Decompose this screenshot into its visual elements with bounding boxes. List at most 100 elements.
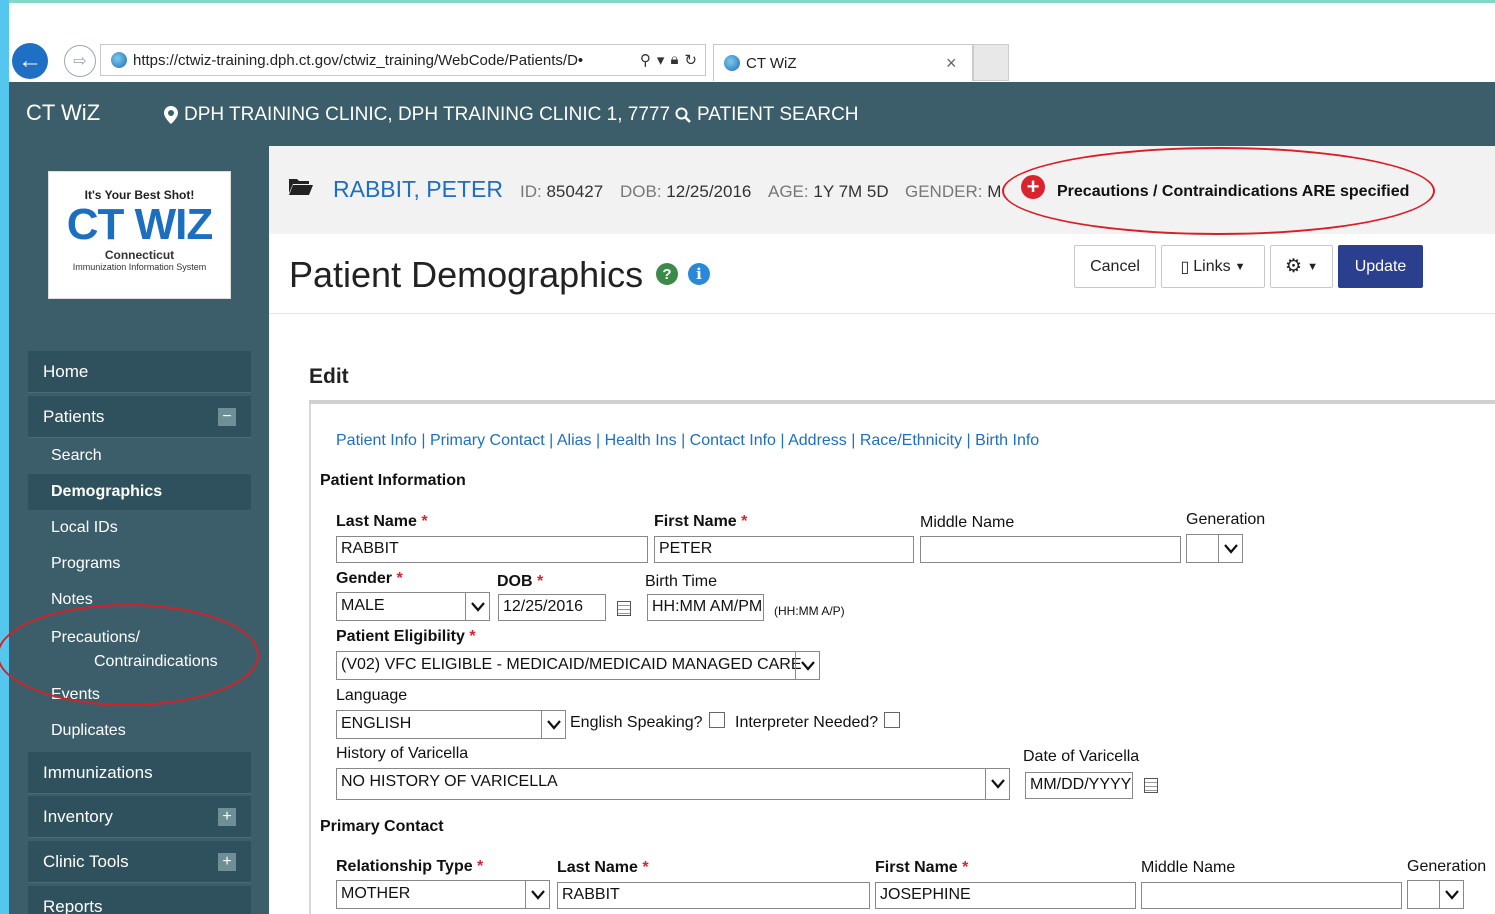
ctwiz-logo[interactable]: It's Your Best Shot! CT WIZ Connecticut … xyxy=(48,171,231,299)
language-label: Language xyxy=(336,687,408,704)
sidebar-item-demographics[interactable]: Demographics xyxy=(28,474,251,510)
eligibility-select[interactable]: (V02) VFC ELIGIBLE - MEDICAID/MEDICAID M… xyxy=(336,651,820,680)
last-name-label: Last Name xyxy=(336,513,428,531)
app-header: CT WiZ DPH TRAINING CLINIC, DPH TRAINING… xyxy=(9,82,1495,146)
gender-select[interactable]: MALE xyxy=(336,592,490,621)
expand-icon[interactable]: + xyxy=(218,853,236,871)
patient-age: AGE: 1Y 7M 5D xyxy=(768,182,889,201)
chevron-down-icon xyxy=(1218,535,1242,562)
sidebar-item-home[interactable]: Home xyxy=(28,351,251,393)
patient-search-label: PATIENT SEARCH xyxy=(697,104,859,125)
edit-heading: Edit xyxy=(309,365,349,388)
patient-search-link[interactable]: PATIENT SEARCH xyxy=(675,104,859,126)
tab-title: CT WiZ xyxy=(746,54,797,72)
site-favicon-icon xyxy=(111,52,127,68)
language-select[interactable]: ENGLISH xyxy=(336,710,566,739)
calendar-icon[interactable] xyxy=(1144,778,1158,793)
contact-middle-name-label: Middle Name xyxy=(1141,859,1236,876)
browser-tab[interactable]: CT WiZ × xyxy=(713,44,973,81)
dob-input[interactable]: 12/25/2016 xyxy=(498,594,606,621)
logo-system: Immunization Information System xyxy=(72,262,207,272)
contact-first-name-label: First Name xyxy=(875,859,968,877)
left-accent-strip xyxy=(0,0,9,914)
contact-last-name-input[interactable]: RABBIT xyxy=(557,882,870,909)
sidebar-item-clinic-tools[interactable]: Clinic Tools + xyxy=(28,841,251,883)
lock-icon: 🔒︎ xyxy=(670,51,679,68)
forward-arrow-icon[interactable]: ⇨ xyxy=(64,45,96,77)
sidebar-item-search[interactable]: Search xyxy=(28,438,251,474)
sidebar-item-immunizations[interactable]: Immunizations xyxy=(28,752,251,794)
chevron-down-icon xyxy=(795,652,819,679)
primary-contact-header: Primary Contact xyxy=(320,818,444,835)
sidebar-item-patients[interactable]: Patients − xyxy=(28,396,251,438)
last-name-input[interactable]: RABBIT xyxy=(336,536,648,563)
interpreter-needed-label: Interpreter Needed? xyxy=(735,714,879,731)
chevron-down-icon xyxy=(525,881,549,908)
info-icon[interactable]: i xyxy=(688,263,710,285)
logo-state: Connecticut xyxy=(104,248,175,262)
birth-time-hint: (HH:MM A/P) xyxy=(774,604,845,618)
document-icon: ▯ xyxy=(1180,258,1190,276)
middle-name-label: Middle Name xyxy=(920,514,1015,531)
map-pin-icon xyxy=(164,106,178,124)
calendar-icon[interactable] xyxy=(617,601,631,616)
collapse-icon[interactable]: − xyxy=(218,408,236,426)
address-url[interactable]: https://ctwiz-training.dph.ct.gov/ctwiz_… xyxy=(133,52,640,69)
english-speaking-checkbox[interactable] xyxy=(709,712,725,728)
sidebar-item-inventory[interactable]: Inventory + xyxy=(28,796,251,838)
contact-generation-label: Generation xyxy=(1407,858,1487,875)
address-bar[interactable]: https://ctwiz-training.dph.ct.gov/ctwiz_… xyxy=(100,44,706,76)
first-name-label: First Name xyxy=(654,513,747,531)
patient-gender: GENDER: M xyxy=(905,182,1002,201)
dropdown-icon[interactable]: ▾ xyxy=(657,51,665,69)
contact-generation-select[interactable] xyxy=(1407,880,1464,909)
folder-open-icon xyxy=(289,179,313,195)
contact-middle-name-input[interactable] xyxy=(1141,882,1402,909)
sidebar-item-local-ids[interactable]: Local IDs xyxy=(28,510,251,546)
birth-time-label: Birth Time xyxy=(645,573,718,590)
varicella-history-select[interactable]: NO HISTORY OF VARICELLA xyxy=(336,768,1010,800)
eligibility-label: Patient Eligibility xyxy=(336,628,476,646)
expand-icon[interactable]: + xyxy=(218,808,236,826)
sidebar-item-reports[interactable]: Reports xyxy=(28,886,251,914)
help-icon[interactable]: ? xyxy=(656,263,678,285)
sidebar-item-programs[interactable]: Programs xyxy=(28,546,251,582)
patient-information-header: Patient Information xyxy=(320,472,466,489)
birth-time-input[interactable]: HH:MM AM/PM xyxy=(647,594,764,621)
chevron-down-icon xyxy=(465,593,489,620)
patient-dob: DOB: 12/25/2016 xyxy=(620,182,752,201)
gender-label: Gender xyxy=(336,570,403,588)
sidebar-item-duplicates[interactable]: Duplicates xyxy=(28,713,251,749)
new-tab-button[interactable] xyxy=(973,44,1009,81)
search-icon[interactable]: ⚲ xyxy=(640,51,651,69)
chevron-down-icon xyxy=(985,769,1009,799)
first-name-input[interactable]: PETER xyxy=(654,536,914,563)
section-links[interactable]: Patient Info | Primary Contact | Alias |… xyxy=(336,432,1039,450)
contact-first-name-input[interactable]: JOSEPHINE xyxy=(875,882,1136,909)
links-dropdown-button[interactable]: ▯ Links ▼ xyxy=(1161,245,1265,288)
varicella-date-input[interactable]: MM/DD/YYYY xyxy=(1025,772,1133,799)
generation-select[interactable] xyxy=(1186,534,1243,563)
caret-down-icon: ▼ xyxy=(1234,260,1246,273)
gear-icon: ⚙︎ xyxy=(1285,256,1303,277)
relationship-type-label: Relationship Type xyxy=(336,858,483,876)
cancel-button[interactable]: Cancel xyxy=(1074,245,1156,288)
update-button[interactable]: Update xyxy=(1338,245,1423,288)
dob-label: DOB xyxy=(497,573,543,591)
patient-id: ID: 850427 xyxy=(520,182,604,201)
back-arrow-icon[interactable]: ← xyxy=(12,43,48,79)
close-icon[interactable]: × xyxy=(946,53,972,74)
logo-name: CT WIZ xyxy=(66,200,214,249)
clinic-selector[interactable]: DPH TRAINING CLINIC, DPH TRAINING CLINIC… xyxy=(164,104,670,126)
chevron-down-icon xyxy=(1439,881,1463,908)
app-title[interactable]: CT WiZ xyxy=(26,100,100,126)
page-title: Patient Demographics xyxy=(289,254,644,295)
relationship-type-select[interactable]: MOTHER xyxy=(336,880,550,909)
refresh-icon[interactable]: ↻ xyxy=(684,51,697,69)
settings-dropdown-button[interactable]: ⚙︎ ▼ xyxy=(1270,245,1333,288)
generation-label: Generation xyxy=(1186,511,1266,528)
highlight-ellipse-precautions-alert xyxy=(1002,147,1435,235)
middle-name-input[interactable] xyxy=(920,536,1181,563)
patient-name[interactable]: RABBIT, PETER xyxy=(333,176,503,203)
interpreter-needed-checkbox[interactable] xyxy=(884,712,900,728)
